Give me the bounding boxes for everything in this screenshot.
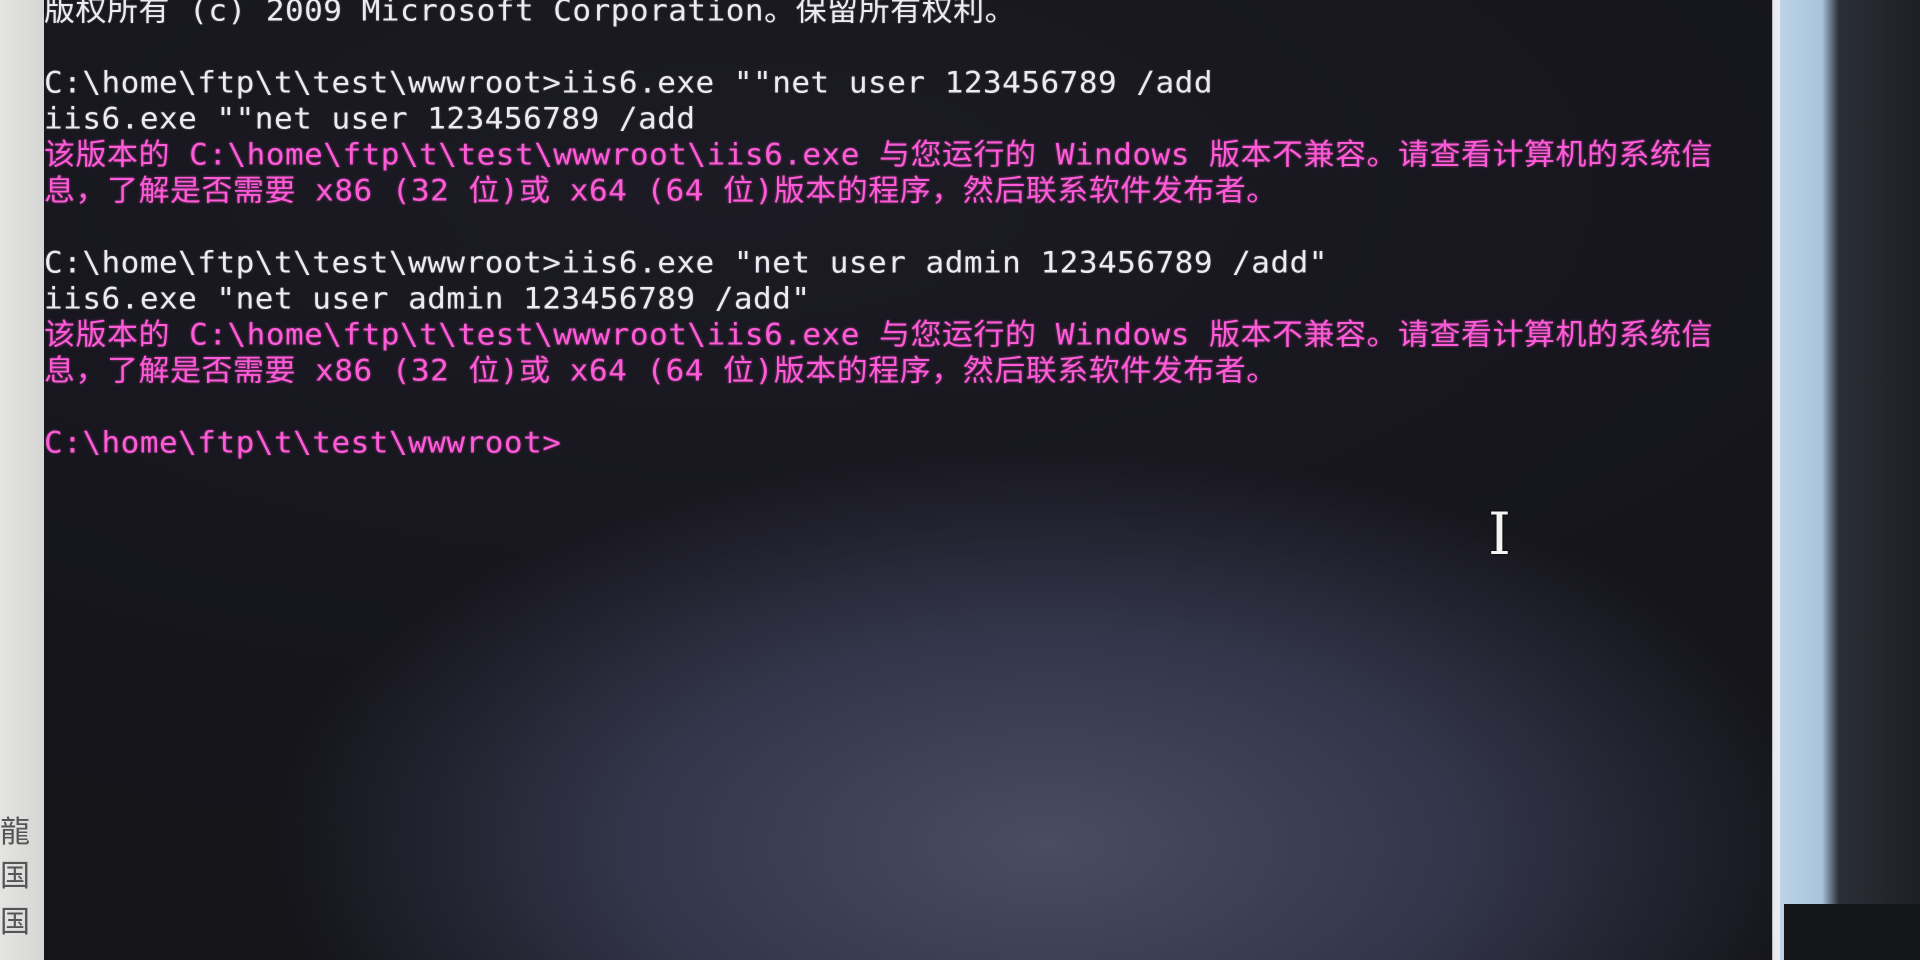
console-blank-line <box>44 210 1744 244</box>
console-line: iis6.exe ""net user 123456789 /add <box>44 102 696 137</box>
background-glyph: 国 <box>0 859 30 894</box>
console-line: 该版本的 C:\home\ftp\t\test\wwwroot\iis6.exe… <box>44 318 1714 353</box>
console-line: C:\home\ftp\t\test\wwwroot>iis6.exe "net… <box>44 246 1328 281</box>
background-glyph: 龍 <box>0 815 30 850</box>
console-line: iis6.exe "net user admin 123456789 /add" <box>44 282 811 317</box>
window-frame-right <box>1780 0 1920 960</box>
console-line: 版权所有 (c) 2009 Microsoft Corporation。保留所有… <box>44 0 1017 29</box>
console-blank-line <box>44 30 1744 64</box>
console-line: C:\home\ftp\t\test\wwwroot> <box>44 426 562 461</box>
console-lines: 版权所有 (c) 2009 Microsoft Corporation。保留所有… <box>44 0 1744 462</box>
screen: 龍 国 国 版权所有 (c) 2009 Microsoft Corporatio… <box>0 0 1920 960</box>
console-output-area[interactable]: 版权所有 (c) 2009 Microsoft Corporation。保留所有… <box>44 0 1772 960</box>
console-line: 息，了解是否需要 x86 (32 位)或 x64 (64 位)版本的程序，然后联… <box>44 354 1278 389</box>
console-line: C:\home\ftp\t\test\wwwroot>iis6.exe ""ne… <box>44 66 1213 101</box>
console-line: 该版本的 C:\home\ftp\t\test\wwwroot\iis6.exe… <box>44 138 1714 173</box>
background-window-strip: 龍 国 国 <box>0 0 44 960</box>
background-glyph: 国 <box>0 905 30 940</box>
desktop-corner <box>1784 904 1920 960</box>
console-line: 息，了解是否需要 x86 (32 位)或 x64 (64 位)版本的程序，然后联… <box>44 174 1278 209</box>
ibeam-cursor-icon: I <box>1488 500 1511 568</box>
console-blank-line <box>44 390 1744 424</box>
